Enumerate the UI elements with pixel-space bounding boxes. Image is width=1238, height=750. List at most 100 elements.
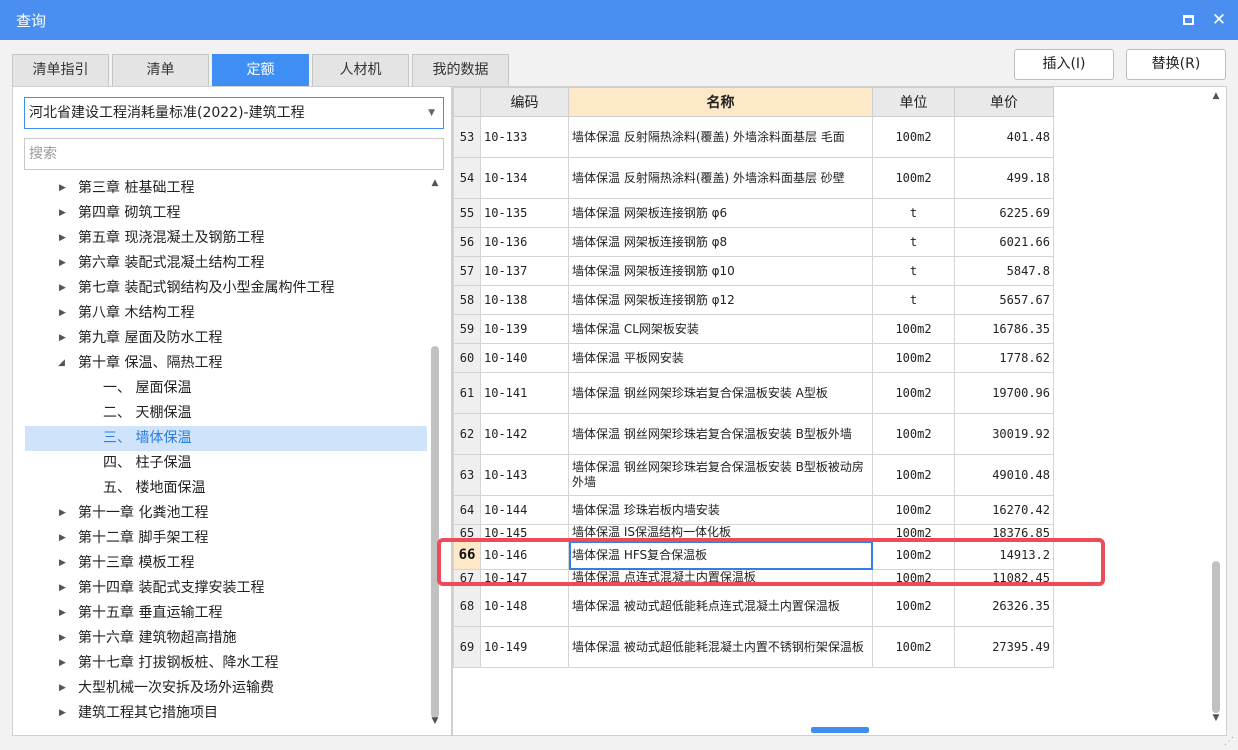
- name-cell[interactable]: 墙体保温 CL网架板安装: [568, 314, 873, 344]
- name-cell[interactable]: 墙体保温 被动式超低能耗混凝土内置不锈钢桁架保温板: [568, 626, 873, 668]
- price-cell[interactable]: 11082.45: [954, 569, 1054, 586]
- table-row[interactable]: 58 10-138 墙体保温 网架板连接钢筋 φ12 t 5657.67: [453, 285, 1054, 315]
- table-row[interactable]: 57 10-137 墙体保温 网架板连接钢筋 φ10 t 5847.8: [453, 256, 1054, 286]
- row-number[interactable]: 64: [453, 495, 481, 525]
- row-number[interactable]: 53: [453, 116, 481, 158]
- name-cell[interactable]: 墙体保温 IS保温结构一体化板: [568, 524, 873, 541]
- tree-item[interactable]: ▶ 建筑工程其它措施项目: [25, 701, 427, 726]
- expand-arrow-icon[interactable]: ▶: [59, 276, 66, 301]
- name-cell[interactable]: 墙体保温 钢丝网架珍珠岩复合保温板安装 A型板: [568, 372, 873, 414]
- code-cell[interactable]: 10-136: [480, 227, 569, 257]
- unit-cell[interactable]: 100m2: [872, 343, 955, 373]
- row-number[interactable]: 59: [453, 314, 481, 344]
- tree-item[interactable]: ▶ 第十一章 化粪池工程: [25, 501, 427, 526]
- collapse-arrow-icon[interactable]: ◢: [58, 351, 65, 376]
- table-row[interactable]: 61 10-141 墙体保温 钢丝网架珍珠岩复合保温板安装 A型板 100m2 1970…: [453, 372, 1054, 414]
- tree-scroll-thumb[interactable]: [431, 346, 439, 718]
- row-number[interactable]: 63: [453, 454, 481, 496]
- unit-cell[interactable]: t: [872, 256, 955, 286]
- row-number[interactable]: 66: [453, 540, 481, 570]
- name-cell[interactable]: 墙体保温 被动式超低能耗点连式混凝土内置保温板: [568, 585, 873, 627]
- code-cell[interactable]: 10-143: [480, 454, 569, 496]
- price-cell[interactable]: 16270.42: [954, 495, 1054, 525]
- grid-scrollbar[interactable]: ▲ ▼: [1207, 87, 1225, 735]
- unit-cell[interactable]: 100m2: [872, 569, 955, 586]
- row-number[interactable]: 69: [453, 626, 481, 668]
- name-cell[interactable]: 墙体保温 钢丝网架珍珠岩复合保温板安装 B型板被动房外墙: [568, 454, 873, 496]
- price-cell[interactable]: 27395.49: [954, 626, 1054, 668]
- name-cell[interactable]: 墙体保温 反射隔热涂料(覆盖) 外墙涂料面基层 毛面: [568, 116, 873, 158]
- code-cell[interactable]: 10-148: [480, 585, 569, 627]
- price-cell[interactable]: 1778.62: [954, 343, 1054, 373]
- expand-arrow-icon[interactable]: ▶: [59, 526, 66, 551]
- table-row[interactable]: 56 10-136 墙体保温 网架板连接钢筋 φ8 t 6021.66: [453, 227, 1054, 257]
- table-row[interactable]: 69 10-149 墙体保温 被动式超低能耗混凝土内置不锈钢桁架保温板 100m2 27…: [453, 626, 1054, 668]
- resize-grip-icon[interactable]: ⋰: [1224, 736, 1236, 748]
- code-cell[interactable]: 10-134: [480, 157, 569, 199]
- tab-list-guide[interactable]: 清单指引: [12, 54, 109, 86]
- tree-item[interactable]: ▶ 第五章 现浇混凝土及钢筋工程: [25, 226, 427, 251]
- expand-arrow-icon[interactable]: ▶: [59, 326, 66, 351]
- scroll-up-icon[interactable]: ▲: [1209, 89, 1223, 103]
- insert-button[interactable]: 插入(I): [1014, 49, 1114, 80]
- tree-item[interactable]: ◢ 第十章 保温、隔热工程: [25, 351, 427, 376]
- unit-cell[interactable]: t: [872, 198, 955, 228]
- name-cell[interactable]: 墙体保温 网架板连接钢筋 φ10: [568, 256, 873, 286]
- code-cell[interactable]: 10-139: [480, 314, 569, 344]
- expand-arrow-icon[interactable]: ▶: [59, 551, 66, 576]
- unit-cell[interactable]: t: [872, 285, 955, 315]
- scroll-down-icon[interactable]: ▼: [1209, 711, 1223, 725]
- table-row[interactable]: 53 10-133 墙体保温 反射隔热涂料(覆盖) 外墙涂料面基层 毛面 100m2 4…: [453, 116, 1054, 158]
- search-input[interactable]: [24, 138, 444, 170]
- tree-item[interactable]: ▶ 第十六章 建筑物超高措施: [25, 626, 427, 651]
- unit-cell[interactable]: t: [872, 227, 955, 257]
- expand-arrow-icon[interactable]: ▶: [59, 301, 66, 326]
- price-cell[interactable]: 18376.85: [954, 524, 1054, 541]
- table-row[interactable]: 54 10-134 墙体保温 反射隔热涂料(覆盖) 外墙涂料面基层 砂壁 100m2 4…: [453, 157, 1054, 199]
- code-cell[interactable]: 10-144: [480, 495, 569, 525]
- row-number[interactable]: 58: [453, 285, 481, 315]
- price-cell[interactable]: 6225.69: [954, 198, 1054, 228]
- price-cell[interactable]: 16786.35: [954, 314, 1054, 344]
- expand-arrow-icon[interactable]: ▶: [59, 701, 66, 726]
- header-code[interactable]: 编码: [480, 87, 569, 117]
- table-row[interactable]: 60 10-140 墙体保温 平板网安装 100m2 1778.62: [453, 343, 1054, 373]
- table-row[interactable]: 62 10-142 墙体保温 钢丝网架珍珠岩复合保温板安装 B型板外墙 100m2 30…: [453, 413, 1054, 455]
- table-row[interactable]: 59 10-139 墙体保温 CL网架板安装 100m2 16786.35: [453, 314, 1054, 344]
- tree-item[interactable]: 一、 屋面保温: [25, 376, 427, 401]
- expand-arrow-icon[interactable]: ▶: [59, 251, 66, 276]
- expand-arrow-icon[interactable]: ▶: [59, 176, 66, 201]
- code-cell[interactable]: 10-138: [480, 285, 569, 315]
- name-cell[interactable]: 墙体保温 钢丝网架珍珠岩复合保温板安装 B型板外墙: [568, 413, 873, 455]
- unit-cell[interactable]: 100m2: [872, 413, 955, 455]
- row-number[interactable]: 62: [453, 413, 481, 455]
- code-cell[interactable]: 10-149: [480, 626, 569, 668]
- table-row[interactable]: 65 10-145 墙体保温 IS保温结构一体化板 100m2 18376.85: [453, 524, 1054, 541]
- name-cell[interactable]: 墙体保温 平板网安装: [568, 343, 873, 373]
- price-cell[interactable]: 6021.66: [954, 227, 1054, 257]
- name-cell[interactable]: 墙体保温 HFS复合保温板: [568, 540, 873, 570]
- tree-item[interactable]: ▶ 第十二章 脚手架工程: [25, 526, 427, 551]
- header-name[interactable]: 名称: [568, 87, 873, 117]
- name-cell[interactable]: 墙体保温 反射隔热涂料(覆盖) 外墙涂料面基层 砂壁: [568, 157, 873, 199]
- row-number[interactable]: 57: [453, 256, 481, 286]
- tree-item[interactable]: ▶ 第十四章 装配式支撑安装工程: [25, 576, 427, 601]
- unit-cell[interactable]: 100m2: [872, 372, 955, 414]
- unit-cell[interactable]: 100m2: [872, 454, 955, 496]
- tree-item[interactable]: 三、 墙体保温: [25, 426, 427, 451]
- scroll-down-icon[interactable]: ▼: [428, 714, 442, 728]
- tree-item[interactable]: ▶ 大型机械一次安拆及场外运输费: [25, 676, 427, 701]
- name-cell[interactable]: 墙体保温 网架板连接钢筋 φ12: [568, 285, 873, 315]
- code-cell[interactable]: 10-146: [480, 540, 569, 570]
- row-number[interactable]: 55: [453, 198, 481, 228]
- tree-item[interactable]: 五、 楼地面保温: [25, 476, 427, 501]
- expand-arrow-icon[interactable]: ▶: [59, 576, 66, 601]
- price-cell[interactable]: 49010.48: [954, 454, 1054, 496]
- expand-arrow-icon[interactable]: ▶: [59, 626, 66, 651]
- code-cell[interactable]: 10-137: [480, 256, 569, 286]
- row-number[interactable]: 68: [453, 585, 481, 627]
- header-unit[interactable]: 单位: [872, 87, 955, 117]
- tree-item[interactable]: ▶ 第四章 砌筑工程: [25, 201, 427, 226]
- row-number[interactable]: 60: [453, 343, 481, 373]
- table-row[interactable]: 63 10-143 墙体保温 钢丝网架珍珠岩复合保温板安装 B型板被动房外墙 100m…: [453, 454, 1054, 496]
